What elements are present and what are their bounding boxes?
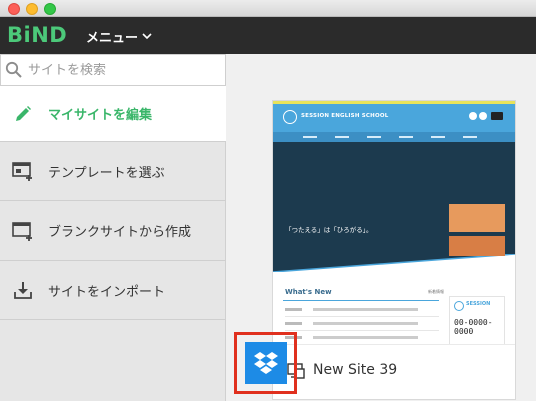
window-titlebar xyxy=(0,0,536,17)
thumb-side-title: SESSION xyxy=(466,301,491,307)
sidebar-item-label: テンプレートを選ぶ xyxy=(48,165,165,181)
thumb-banner xyxy=(449,204,505,232)
sidebar: マイサイトを編集 テンプレートを選ぶ ブランクサイトから作成 xyxy=(0,54,226,401)
blank-site-icon xyxy=(12,220,34,242)
sidebar-item-label: サイトをインポート xyxy=(48,284,166,300)
site-card-footer: New Site 39 xyxy=(273,344,515,399)
site-thumbnail[interactable]: SESSION ENGLISH SCHOOL 「つたえる」は「ひろがる」。 Wh… xyxy=(273,104,515,344)
chevron-down-icon xyxy=(142,33,152,40)
site-card[interactable]: SESSION ENGLISH SCHOOL 「つたえる」は「ひろがる」。 Wh… xyxy=(272,100,516,400)
app-logo: BiND xyxy=(7,23,68,47)
template-icon xyxy=(12,160,34,182)
thumb-body: What's New 新着情報 SESSION 00-0000-0000 xyxy=(273,272,515,344)
sidebar-item-label: マイサイトを編集 xyxy=(48,108,153,123)
sidebar-item-create-blank-site[interactable]: ブランクサイトから作成 xyxy=(0,201,226,261)
zoom-window-button[interactable] xyxy=(44,3,56,15)
thumb-phone: 00-0000-0000 xyxy=(454,318,493,336)
thumb-side-box: SESSION 00-0000-0000 xyxy=(449,296,505,344)
menu-icon xyxy=(491,112,503,120)
search-box[interactable] xyxy=(0,54,226,86)
thumb-hero-text: 「つたえる」は「ひろがる」。 xyxy=(285,226,373,234)
sidebar-item-label: ブランクサイトから作成 xyxy=(48,225,192,240)
facebook-icon xyxy=(479,112,487,120)
menu-button-label: メニュー xyxy=(86,31,139,46)
app-toolbar: BiND メニュー xyxy=(0,17,536,54)
sidebar-item-edit-my-site[interactable]: マイサイトを編集 xyxy=(0,86,226,142)
import-icon xyxy=(12,279,34,301)
thumb-logo-icon xyxy=(283,110,297,124)
thumb-list-link: 新着情報 xyxy=(428,289,444,294)
pencil-icon xyxy=(12,103,34,125)
search-icon xyxy=(5,61,22,78)
site-name: New Site 39 xyxy=(313,362,398,378)
dropbox-icon xyxy=(254,352,278,374)
menu-button[interactable]: メニュー xyxy=(86,27,152,46)
thumb-header: SESSION ENGLISH SCHOOL xyxy=(273,104,515,132)
twitter-icon xyxy=(469,112,477,120)
thumb-banner-2 xyxy=(449,236,505,256)
site-icon xyxy=(287,363,305,379)
sidebar-item-import-site[interactable]: サイトをインポート xyxy=(0,261,226,320)
close-window-button[interactable] xyxy=(8,3,20,15)
minimize-window-button[interactable] xyxy=(26,3,38,15)
sidebar-item-choose-template[interactable]: テンプレートを選ぶ xyxy=(0,142,226,201)
search-input[interactable] xyxy=(28,62,218,78)
thumb-nav xyxy=(273,132,515,142)
thumb-school-name: SESSION ENGLISH SCHOOL xyxy=(301,113,389,119)
dropbox-button[interactable] xyxy=(245,342,287,384)
thumb-section-title: What's New xyxy=(285,288,332,296)
